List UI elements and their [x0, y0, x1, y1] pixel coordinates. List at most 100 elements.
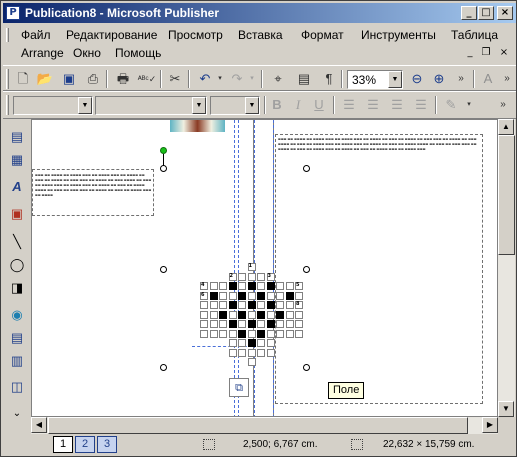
style-select[interactable]: ▼	[13, 96, 93, 115]
crossword-cell[interactable]	[209, 329, 218, 338]
crossword-cell[interactable]	[247, 310, 256, 319]
crossword-cell[interactable]	[209, 320, 218, 328]
crossword-cell[interactable]	[276, 320, 284, 328]
crossword-cell[interactable]	[247, 339, 256, 347]
crossword-cell[interactable]	[209, 301, 218, 309]
menu-help[interactable]: Помощь	[115, 46, 161, 60]
crossword-cell[interactable]	[266, 339, 275, 347]
toolbar-options-icon[interactable]: »	[493, 95, 513, 115]
redo-dropdown-icon[interactable]: ▾	[242, 69, 262, 89]
underline-button[interactable]: U	[309, 95, 329, 115]
crossword-cell[interactable]	[247, 291, 256, 300]
crossword-cell[interactable]	[276, 282, 284, 290]
align-center-icon[interactable]: ☰	[363, 95, 383, 115]
open-icon[interactable]: 📂	[35, 69, 55, 89]
menu-edit[interactable]: Редактирование	[66, 28, 157, 42]
crossword-cell[interactable]	[266, 282, 275, 290]
crossword-cell[interactable]	[276, 301, 284, 309]
line-color-icon[interactable]: ✎	[441, 95, 461, 115]
text-frame-left[interactable]: ▬▬▬ ▬▬ ▬▬▬▬ ▬▬ ▬▬▬▬ ▬▬▬ ▬▬ ▬▬▬▬ ▬▬▬ ▬▬ ▬…	[32, 169, 154, 216]
menu-table[interactable]: Таблица	[451, 28, 498, 42]
crossword-cell[interactable]	[295, 329, 303, 338]
cut-icon[interactable]: ✂	[165, 69, 185, 89]
crossword-cell[interactable]	[200, 310, 208, 319]
page-tab-2[interactable]: 2	[75, 436, 95, 453]
zoom-in-icon[interactable]: ⊕	[429, 69, 449, 89]
save-icon[interactable]: ▣	[59, 69, 79, 89]
menu-format[interactable]: Формат	[301, 28, 344, 42]
crossword-cell[interactable]	[238, 329, 246, 338]
selection-handle[interactable]	[160, 364, 167, 371]
crossword-cell[interactable]	[238, 310, 246, 319]
hot-spot-icon[interactable]: ◉	[7, 305, 27, 325]
crossword-cell[interactable]	[247, 329, 256, 338]
minimize-button[interactable]: _	[461, 6, 477, 20]
toolbar-grip[interactable]	[6, 95, 9, 115]
crossword-cell[interactable]	[295, 320, 303, 328]
selection-handle[interactable]	[160, 165, 167, 172]
crossword-cell[interactable]	[257, 310, 265, 319]
vertical-scrollbar[interactable]: ▲ ▼	[498, 119, 515, 417]
menu-grip[interactable]	[6, 28, 9, 42]
crossword-cell[interactable]	[238, 272, 246, 281]
special-characters-icon[interactable]: ▤	[294, 69, 314, 89]
toolbar-options-icon[interactable]: ⌄	[7, 404, 27, 424]
doc-restore-icon[interactable]: ❐	[479, 47, 493, 60]
crossword-cell[interactable]	[285, 310, 294, 319]
oval-icon[interactable]: ◯	[7, 255, 27, 275]
scroll-down-icon[interactable]: ▼	[498, 401, 514, 417]
crossword-cell[interactable]	[238, 291, 246, 300]
crossword-cell[interactable]	[266, 291, 275, 300]
html-code-icon[interactable]: ▥	[7, 351, 27, 371]
design-gallery-icon[interactable]: ◫	[7, 377, 27, 397]
menu-file[interactable]: Файл	[21, 28, 51, 42]
crossword-cell[interactable]	[228, 301, 237, 309]
crossword-cell[interactable]	[257, 320, 265, 328]
align-right-icon[interactable]: ☰	[387, 95, 407, 115]
autoshapes-icon[interactable]: ◨	[7, 278, 27, 298]
align-left-icon[interactable]: ☰	[339, 95, 359, 115]
crossword-cell[interactable]	[200, 320, 208, 328]
table-icon[interactable]: ▦	[7, 150, 27, 170]
crossword-cell[interactable]	[228, 339, 237, 347]
title-bar[interactable]: P Publication8 - Microsoft Publisher _ □…	[3, 3, 516, 23]
chevron-down-icon[interactable]: ▼	[388, 71, 402, 88]
toolbar-options-icon[interactable]: »	[497, 69, 516, 89]
spelling-icon[interactable]: ᴬᴮᶜ✓	[137, 69, 157, 89]
crossword-cell[interactable]	[276, 329, 284, 338]
crossword-cell[interactable]	[228, 310, 237, 319]
format-painter-icon[interactable]: ⌖	[268, 69, 288, 89]
form-control-icon[interactable]: ▤	[7, 328, 27, 348]
page-tab-1[interactable]: 1	[53, 436, 73, 453]
crossword-cell[interactable]	[285, 301, 294, 309]
crossword-cell[interactable]	[238, 339, 246, 347]
pointer-icon[interactable]: ▤	[7, 127, 27, 147]
crossword-cell[interactable]	[228, 348, 237, 357]
crossword-cell[interactable]	[219, 291, 227, 300]
menu-view[interactable]: Просмотр	[168, 28, 223, 42]
crossword-cell[interactable]	[209, 310, 218, 319]
crossword-cell[interactable]	[266, 329, 275, 338]
ungroup-objects-icon[interactable]: ⧉	[229, 378, 249, 397]
rotate-handle[interactable]	[160, 147, 167, 154]
line-color-dropdown-icon[interactable]: ▾	[459, 95, 479, 115]
crossword-cell[interactable]	[209, 282, 218, 290]
crossword-cell[interactable]	[257, 282, 265, 290]
publisher-icon[interactable]: P	[6, 6, 20, 20]
picture-frame-icon[interactable]: ▣	[7, 204, 27, 224]
chevron-down-icon[interactable]: ▼	[78, 97, 92, 114]
crossword-cell[interactable]	[219, 320, 227, 328]
crossword-cell[interactable]	[295, 310, 303, 319]
menu-window[interactable]: Окно	[73, 46, 101, 60]
print-icon[interactable]: 🖶	[113, 69, 133, 89]
scroll-left-icon[interactable]: ◀	[31, 417, 47, 433]
bold-button[interactable]: B	[267, 95, 287, 115]
zoom-select[interactable]: 33% ▼	[347, 70, 403, 89]
crossword-cell[interactable]	[257, 272, 265, 281]
horizontal-scrollbar[interactable]: ◀ ▶	[31, 417, 498, 434]
crossword-cell[interactable]	[266, 348, 275, 357]
vertical-scroll-thumb[interactable]	[498, 135, 515, 255]
crossword-cell[interactable]	[257, 329, 265, 338]
crossword-cell[interactable]	[219, 301, 227, 309]
publication-canvas[interactable]: ▬▬▬ ▬▬ ▬▬▬▬ ▬▬ ▬▬▬▬ ▬▬▬ ▬▬ ▬▬▬▬ ▬▬▬ ▬▬ ▬…	[31, 119, 498, 417]
